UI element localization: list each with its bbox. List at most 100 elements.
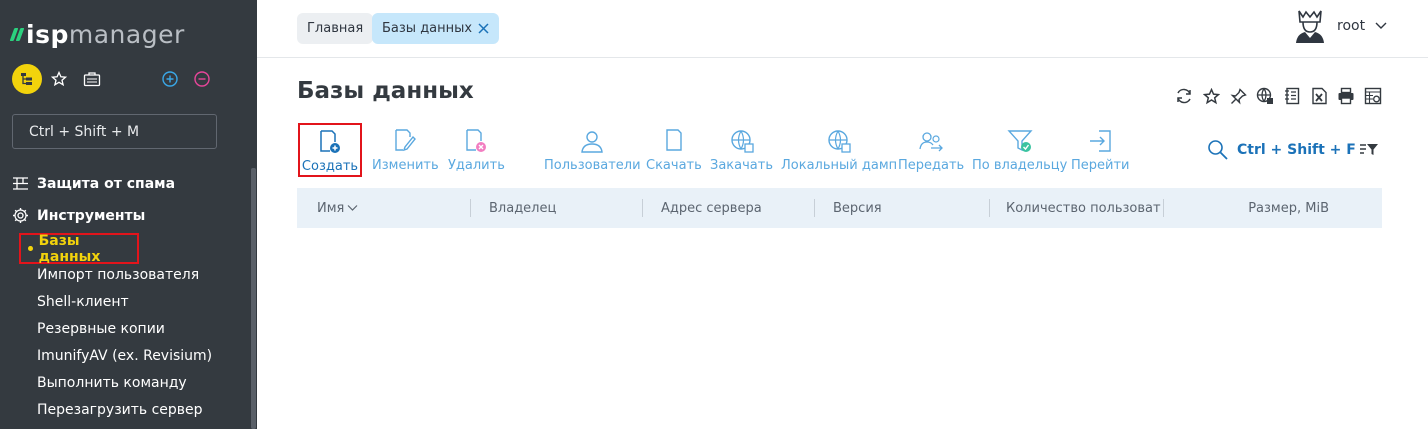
search-icon [1208,140,1228,160]
table-search[interactable]: Ctrl + Shift + F [1207,139,1356,161]
gear-icon [13,208,28,223]
sidebar-item-label: Базы данных [38,232,101,265]
export-excel-button[interactable] [1309,86,1329,106]
column-label: Адрес сервера [661,200,762,216]
expand-all-button[interactable] [161,64,179,94]
filter-button[interactable] [1359,143,1379,163]
minus-circle-icon [194,71,210,87]
user-avatar-icon [1296,10,1324,43]
download-icon [666,129,682,151]
logo-text-isp: isp [26,19,69,49]
help-button[interactable] [1282,86,1302,106]
column-separator[interactable] [470,199,471,217]
column-header-owner[interactable]: Владелец [489,188,556,228]
sidebar-item-label: ImunifyAV (ex. Revisium) [37,348,213,364]
delete-button[interactable]: Удалить [448,126,505,176]
sidebar-group-tools[interactable]: Инструменты [12,207,145,224]
logo[interactable]: isp manager [9,18,185,50]
goto-label: Перейти [1071,158,1130,173]
create-button[interactable]: Создать [298,123,362,177]
sidebar-item-reboot[interactable]: Перезагрузить сервер [37,401,203,419]
upload-globe-icon [730,130,754,153]
local-dump-button[interactable]: Локальный дамп [781,126,897,176]
favorite-page-button[interactable] [1201,86,1221,106]
sidebar-item-label: Выполнить команду [37,375,187,391]
column-label: Владелец [489,200,557,216]
sidebar-group-spam[interactable]: Защита от спама [12,175,175,192]
tree-icon [21,73,32,85]
by-owner-button[interactable]: По владельцу [972,126,1067,176]
sidebar-item-label: Shell-клиент [37,294,129,310]
refresh-button[interactable] [1174,86,1194,106]
transfer-label: Передать [898,158,965,173]
column-header-user-count[interactable]: Количество пользователей [1006,188,1161,228]
delete-label: Удалить [448,158,505,173]
delete-document-icon [466,129,487,152]
upload-button[interactable]: Закачать [710,126,773,176]
close-icon[interactable] [478,23,489,34]
create-label: Создать [301,159,359,174]
web-button[interactable] [1255,86,1275,106]
sidebar-group-label: Инструменты [37,207,146,224]
table-settings-button[interactable] [1363,86,1383,106]
notebook-icon [1285,87,1300,105]
breadcrumb-label: Базы данных [382,21,473,36]
upload-label: Закачать [710,158,774,173]
column-separator[interactable] [989,199,990,217]
logo-text-manager: manager [68,19,185,49]
goto-icon [1090,130,1111,152]
column-separator[interactable] [1163,199,1164,217]
top-bar: Главная Базы данных root [257,0,1428,58]
pin-button[interactable] [1228,86,1248,106]
menu-tree-button[interactable] [12,64,42,94]
pin-icon [1229,87,1247,105]
tasks-button[interactable] [82,64,102,94]
menu-search-input[interactable]: Ctrl + Shift + M [12,114,217,149]
download-button[interactable]: Скачать [646,126,702,176]
filter-icon [1360,144,1378,155]
column-label: Версия [833,200,882,216]
column-label: Количество пользователей [1006,200,1161,216]
quick-actions [12,64,227,96]
sidebar: isp manager Ctrl + Shift + M Защита от с… [0,0,257,429]
printer-icon [1338,87,1354,105]
transfer-users-icon [919,132,944,152]
column-header-name[interactable]: Имя [317,188,358,228]
user-menu[interactable]: root [1293,8,1387,44]
sidebar-item-label: Импорт пользователя [37,267,200,283]
refresh-icon [1177,88,1191,104]
table-settings-icon [1364,87,1382,105]
sidebar-item-exec-command[interactable]: Выполнить команду [37,374,187,392]
filter-owner-icon [1007,130,1033,152]
column-header-size[interactable]: Размер, MiB [1248,188,1329,228]
print-button[interactable] [1336,86,1356,106]
sidebar-item-shell[interactable]: Shell-клиент [37,293,129,311]
table-header: Имя Владелец Адрес сервера Версия Количе… [297,188,1382,228]
star-icon [1202,87,1220,104]
active-dot-icon [28,246,33,251]
page-title: Базы данных [297,78,474,104]
edit-button[interactable]: Изменить [372,126,439,176]
sidebar-item-backups[interactable]: Резервные копии [37,320,165,338]
breadcrumb-databases-tab[interactable]: Базы данных [372,13,500,44]
users-button[interactable]: Пользователи [544,126,641,176]
transfer-button[interactable]: Передать [898,126,964,176]
local-dump-label: Локальный дамп [781,158,898,173]
breadcrumb-home[interactable]: Главная [297,13,374,44]
column-header-version[interactable]: Версия [833,188,882,228]
collapse-all-button[interactable] [193,64,211,94]
sidebar-item-label: Резервные копии [37,321,165,337]
menu-search-placeholder: Ctrl + Shift + M [29,123,140,140]
table-search-hint: Ctrl + Shift + F [1237,142,1356,158]
sidebar-item-imunify[interactable]: ImunifyAV (ex. Revisium) [37,347,212,365]
column-separator[interactable] [642,199,643,217]
goto-button[interactable]: Перейти [1071,126,1130,176]
column-header-server-address[interactable]: Адрес сервера [661,188,762,228]
username: root [1337,18,1366,34]
sidebar-item-databases[interactable]: Базы данных [19,232,139,265]
download-label: Скачать [646,158,702,173]
column-separator[interactable] [814,199,815,217]
sidebar-item-import-user[interactable]: Импорт пользователя [37,266,199,284]
favorites-button[interactable] [50,64,68,94]
sidebar-scrollbar[interactable] [251,168,256,429]
